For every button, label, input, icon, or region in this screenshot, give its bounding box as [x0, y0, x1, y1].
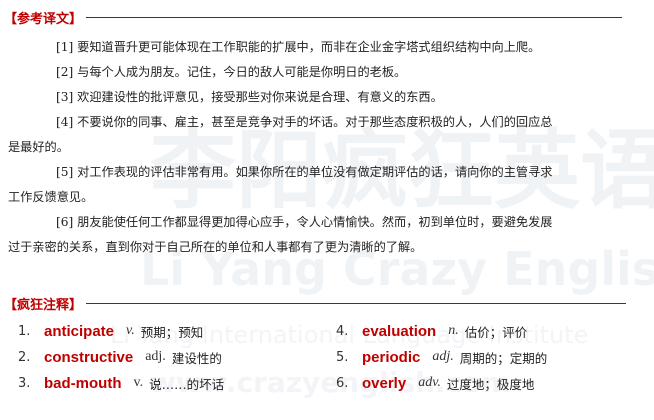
note-part-of-speech: n.	[448, 323, 459, 338]
note-word: periodic	[362, 348, 421, 366]
translation-paragraph-5: [5] 对工作表现的评估非常有用。如果你所在的单位没有做定期评估的话，请向你的主…	[0, 160, 654, 210]
note-item-1: 1. anticipate v. 预期；预知	[18, 320, 203, 342]
note-item-3: 3. bad-mouth v. 说……的坏话	[18, 372, 224, 394]
note-part-of-speech: adv.	[418, 375, 441, 390]
note-index: 1.	[18, 323, 31, 339]
translation-paragraph-6: [6] 朋友能使任何工作都显得更加得心应手，令人心情愉快。然而，初到单位时，要避…	[0, 210, 654, 260]
note-part-of-speech: adj.	[145, 349, 166, 364]
note-part-of-speech: adj.	[432, 349, 454, 364]
translation-section-header: 【参考译文】	[4, 8, 622, 27]
translation-paragraph-4: [4] 不要说你的同事、雇主，甚至是竞争对手的坏话。对于那些态度积极的人，人们的…	[0, 110, 654, 160]
note-definition: 说……的坏话	[149, 376, 225, 392]
header-divider	[86, 16, 622, 18]
paragraph-text: 欢迎建设性的批评意见，接受那些对你来说是合理、有意义的东西。	[77, 90, 443, 104]
note-definition: 建设性的	[171, 350, 222, 366]
translation-paragraph-2: [2] 与每个人成为朋友。记住，今日的敌人可能是你明日的老板。	[0, 60, 654, 85]
paragraph-text-continued: 工作反馈意见。	[8, 190, 94, 204]
note-index: 4.	[336, 323, 349, 339]
paragraph-text: 不要说你的同事、雇主，甚至是竞争对手的坏话。对于那些态度积极的人，人们的回应总	[77, 115, 553, 129]
note-definition: 过度地；极度地	[446, 376, 535, 392]
note-definition: 估价；评价	[464, 324, 528, 340]
note-word: evaluation	[362, 322, 437, 340]
note-word: constructive	[44, 348, 134, 366]
paragraph-text-continued: 是最好的。	[8, 140, 69, 154]
translation-paragraph-3: [3] 欢迎建设性的批评意见，接受那些对你来说是合理、有意义的东西。	[0, 85, 654, 110]
note-item-2: 2. constructive adj. 建设性的	[18, 346, 222, 368]
notes-section-header: 【疯狂注释】	[4, 294, 626, 313]
paragraph-text: 对工作表现的评估非常有用。如果你所在的单位没有做定期评估的话，请向你的主管寻求	[77, 165, 553, 179]
note-word: anticipate	[44, 322, 115, 340]
paragraph-text-continued: 过于亲密的关系，直到你对于自己所在的单位和人事都有了更为清晰的了解。	[8, 240, 423, 254]
note-index: 6.	[336, 375, 349, 391]
note-item-6: 6. overly adv. 过度地；极度地	[336, 372, 534, 394]
note-index: 5.	[336, 349, 349, 365]
note-item-5: 5. periodic adj. 周期的；定期的	[336, 346, 547, 368]
paragraph-text: 要知道晋升更可能体现在工作职能的扩展中，而非在企业金字塔式组织结构中向上爬。	[77, 40, 541, 54]
note-word: overly	[362, 374, 407, 392]
translation-paragraph-1: [1] 要知道晋升更可能体现在工作职能的扩展中，而非在企业金字塔式组织结构中向上…	[0, 35, 654, 60]
paragraph-number: [5]	[56, 165, 74, 179]
note-word: bad-mouth	[44, 374, 122, 392]
translation-list: [1] 要知道晋升更可能体现在工作职能的扩展中，而非在企业金字塔式组织结构中向上…	[0, 35, 654, 260]
note-index: 3.	[18, 375, 31, 391]
paragraph-number: [1]	[56, 40, 74, 54]
paragraph-number: [6]	[56, 215, 74, 229]
paragraph-text: 朋友能使任何工作都显得更加得心应手，令人心情愉快。然而，初到单位时，要避免发展	[77, 215, 553, 229]
note-part-of-speech: v.	[133, 375, 144, 390]
note-index: 2.	[18, 349, 31, 365]
note-part-of-speech: v.	[126, 323, 135, 338]
note-definition: 周期的；定期的	[459, 350, 548, 366]
paragraph-number: [2]	[56, 65, 74, 79]
paragraph-number: [4]	[56, 115, 74, 129]
note-item-4: 4. evaluation n. 估价；评价	[336, 320, 527, 342]
notes-title: 【疯狂注释】	[4, 297, 83, 313]
translation-title: 【参考译文】	[4, 11, 83, 27]
paragraph-text: 与每个人成为朋友。记住，今日的敌人可能是你明日的老板。	[77, 65, 407, 79]
header-divider	[86, 302, 626, 304]
paragraph-number: [3]	[56, 90, 74, 104]
note-definition: 预期；预知	[140, 324, 204, 340]
